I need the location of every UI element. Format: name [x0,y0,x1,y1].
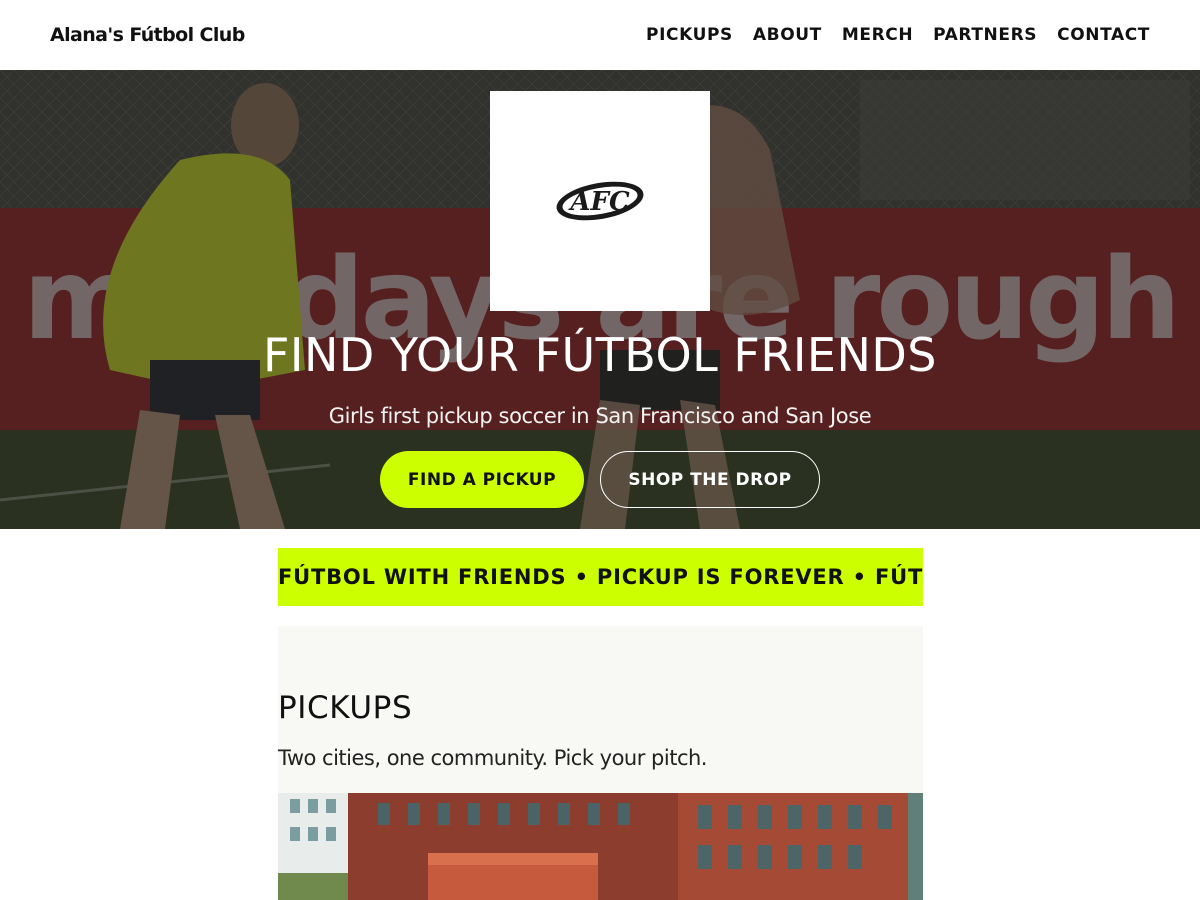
city-buildings-image [278,793,923,900]
logo-text: AFC [567,187,630,217]
nav-link-pickups[interactable]: PICKUPS [646,25,733,45]
hero-subtitle: Girls first pickup soccer in San Francis… [328,404,872,428]
find-a-pickup-button[interactable]: FIND A PICKUP [380,451,584,508]
nav-link-partners[interactable]: PARTNERS [933,25,1037,45]
nav-link-about[interactable]: ABOUT [753,25,822,45]
hero-section: mondays are rough AFC FIND YOUR FÚTBOL F… [0,70,1200,529]
nav-link-contact[interactable]: CONTACT [1057,25,1150,45]
pickups-section: PICKUPS Two cities, one community. Pick … [278,626,923,794]
hero-title: FIND YOUR FÚTBOL FRIENDS [262,328,938,382]
pickups-tagline: Two cities, one community. Pick your pit… [278,746,708,770]
afc-logo-icon: AFC [556,181,644,221]
marquee-text: FÚTBOL WITH FRIENDS • PICKUP IS FOREVER … [278,565,923,589]
shop-the-drop-button[interactable]: SHOP THE DROP [600,451,820,508]
main-nav: PICKUPS ABOUT MERCH PARTNERS CONTACT [646,25,1150,45]
city-pitch-photo [278,793,923,900]
club-logo: AFC [490,91,710,311]
pickups-heading: PICKUPS [278,690,413,726]
site-header: Alana's Fútbol Club PICKUPS ABOUT MERCH … [0,0,1200,70]
nav-link-merch[interactable]: MERCH [842,25,913,45]
marquee-banner: FÚTBOL WITH FRIENDS • PICKUP IS FOREVER … [278,548,923,606]
site-brand[interactable]: Alana's Fútbol Club [50,24,245,46]
